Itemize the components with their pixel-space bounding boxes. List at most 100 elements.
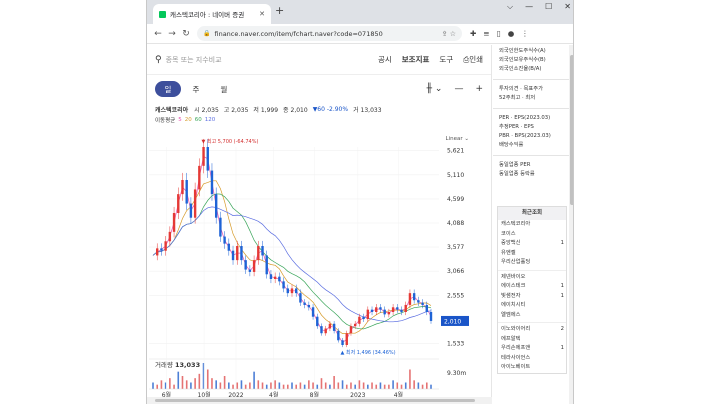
lock-icon[interactable]: 🔒 — [203, 30, 210, 37]
high-price: 고 2,035 — [223, 106, 249, 114]
reading-list-icon[interactable]: ≡ — [483, 29, 489, 38]
volume-bar — [362, 382, 365, 389]
volume-bar — [417, 382, 420, 389]
ma-20[interactable]: 20 — [185, 117, 192, 123]
zoom-in-icon[interactable]: + — [475, 84, 483, 94]
recent-item-name: 코이스 — [501, 230, 516, 237]
menu-disclosure[interactable]: 공시 — [378, 54, 392, 65]
recent-item-name: 에이치시티 — [501, 302, 526, 308]
side-panel-icon[interactable]: ▯ — [497, 29, 501, 38]
ma-120[interactable]: 120 — [205, 117, 216, 123]
recent-item[interactable]: 에이치시티 — [498, 301, 566, 311]
volume-bar — [274, 380, 276, 389]
browser-toolbar: ← → ↻ 🔒 finance.naver.com/item/fchart.na… — [147, 24, 573, 44]
extensions-icon[interactable]: ✚ — [470, 29, 476, 38]
close-tab-icon[interactable]: ✕ — [259, 10, 265, 18]
recent-item[interactable]: 아이노베이트 — [498, 363, 566, 373]
volume-bar — [312, 382, 314, 389]
volume-bar — [236, 382, 239, 389]
candle-body — [311, 307, 315, 317]
volume-bar — [206, 369, 209, 389]
candle-type-icon[interactable]: ╫ ⌄ — [427, 84, 443, 94]
candle-body — [387, 312, 391, 315]
recent-item[interactable]: 중앙백신 1 — [498, 239, 566, 249]
tab-title: 캐스텍코리아 : 네이버 증권 — [170, 11, 245, 19]
ma-60[interactable]: 60 — [195, 117, 202, 123]
recent-item[interactable]: 테라사이언스 — [498, 354, 566, 364]
volume-bar — [177, 371, 180, 389]
maximize-button[interactable]: ☐ — [545, 2, 552, 12]
recent-item-name: 우리산업홀딩 — [501, 259, 531, 265]
new-tab-button[interactable]: + — [275, 4, 284, 17]
address-bar[interactable]: 🔒 finance.naver.com/item/fchart.naver?co… — [197, 26, 462, 41]
profile-icon[interactable]: ● — [508, 29, 515, 38]
recent-item[interactable]: 캐스텍코리아 — [498, 220, 566, 230]
recent-views-box: 최근조회 캐스텍코리아 코이스 중앙백신 1 유엔젤 우리산업홀딩 제넨바이오 에이스테크 1 빛… — [497, 206, 567, 374]
share-icon[interactable]: ⇪ ☆ — [442, 30, 456, 38]
recent-item[interactable]: 우리손에프앤 1 — [498, 344, 566, 354]
candle-body — [383, 309, 386, 315]
menu-print[interactable]: ⎙인쇄 — [463, 54, 483, 65]
recent-item[interactable]: 제넨바이오 — [498, 273, 566, 283]
browser-tab[interactable]: 캐스텍코리아 : 네이버 증권 ✕ — [153, 4, 271, 24]
valuation-line: 추정PER · EPS — [499, 124, 534, 130]
candle-body — [341, 340, 344, 345]
recent-item[interactable]: 우리산업홀딩 — [498, 258, 566, 268]
candle-body — [193, 189, 197, 218]
chart-horizontal-scrollbar[interactable] — [147, 397, 492, 404]
compare-search-input[interactable]: 종목 또는 지수비교 — [166, 55, 368, 65]
h-scroll-thumb[interactable] — [155, 399, 475, 402]
ma-label: 이동평균 — [155, 118, 176, 124]
ma-5[interactable]: 5 — [178, 117, 182, 123]
recent-item[interactable]: 엘엠에스 — [498, 311, 566, 321]
recent-item[interactable]: 이노와이어리 2 — [498, 325, 566, 335]
candle-body — [307, 304, 311, 308]
price-chart[interactable]: Linear ⌄ 5,621 5,110 4,599 4,088 3,577 3,066 2,… — [147, 127, 492, 397]
volume-bar — [308, 380, 310, 389]
volume-bar — [367, 384, 369, 389]
recent-item[interactable]: 빛샘전자 1 — [498, 292, 566, 302]
recent-item[interactable]: 에이스테크 1 — [498, 282, 566, 292]
tab-search-icon[interactable]: ⌵ — [507, 2, 513, 12]
volume-bar — [316, 384, 319, 389]
menu-tools[interactable]: 도구 — [439, 54, 453, 65]
reload-icon[interactable]: ↻ — [179, 29, 193, 39]
v-scroll-thumb[interactable] — [570, 55, 573, 205]
scale-label[interactable]: Linear ⌄ — [446, 136, 469, 142]
minimize-button[interactable]: — — [525, 2, 533, 12]
volume-bar — [278, 382, 281, 389]
window-controls: ⌵ — ☐ ✕ — [507, 2, 571, 12]
period-weekly[interactable]: 주 — [183, 81, 209, 97]
recent-item[interactable]: 코이스 — [498, 230, 566, 240]
volume-bar — [425, 382, 428, 389]
candle-body — [156, 248, 159, 256]
period-daily[interactable]: 일 — [155, 81, 181, 97]
volume-bar — [228, 382, 230, 389]
forward-icon[interactable]: → — [165, 29, 179, 39]
zoom-out-icon[interactable]: — — [454, 84, 463, 94]
candle-body — [227, 243, 231, 251]
candle-body — [349, 326, 353, 334]
candle-body — [273, 276, 277, 279]
candle-body — [421, 302, 424, 305]
candle-body — [303, 302, 306, 305]
recent-item[interactable]: 에프알텍 — [498, 335, 566, 345]
recent-item-name: 엘엠에스 — [501, 311, 521, 318]
candle-body — [328, 323, 332, 329]
back-icon[interactable]: ← — [151, 29, 165, 39]
menu-indicators[interactable]: 보조지표 — [402, 54, 430, 65]
candle-body — [286, 288, 289, 294]
menu-icon[interactable]: ⋮ — [521, 29, 529, 38]
period-monthly[interactable]: 월 — [211, 81, 237, 97]
recent-item[interactable]: 유엔젤 — [498, 249, 566, 259]
vertical-scrollbar[interactable] — [569, 45, 573, 404]
opinion-line: 투자의견 · 목표주가 — [499, 86, 544, 92]
min-annotation: ▲ 최저 1,496 (34.46%) — [341, 349, 396, 356]
search-icon[interactable]: ⚲ — [155, 55, 162, 65]
low-price: 저 1,999 — [253, 106, 279, 114]
investor-block: 외국인한도주식수(A) 외국인보유주식수(B) 외국인소진율(B/A) — [493, 45, 573, 76]
volume-bar — [286, 384, 289, 389]
volume-bar — [261, 382, 264, 389]
close-window-button[interactable]: ✕ — [564, 2, 571, 12]
recent-item-name: 중앙백신 — [501, 240, 521, 246]
